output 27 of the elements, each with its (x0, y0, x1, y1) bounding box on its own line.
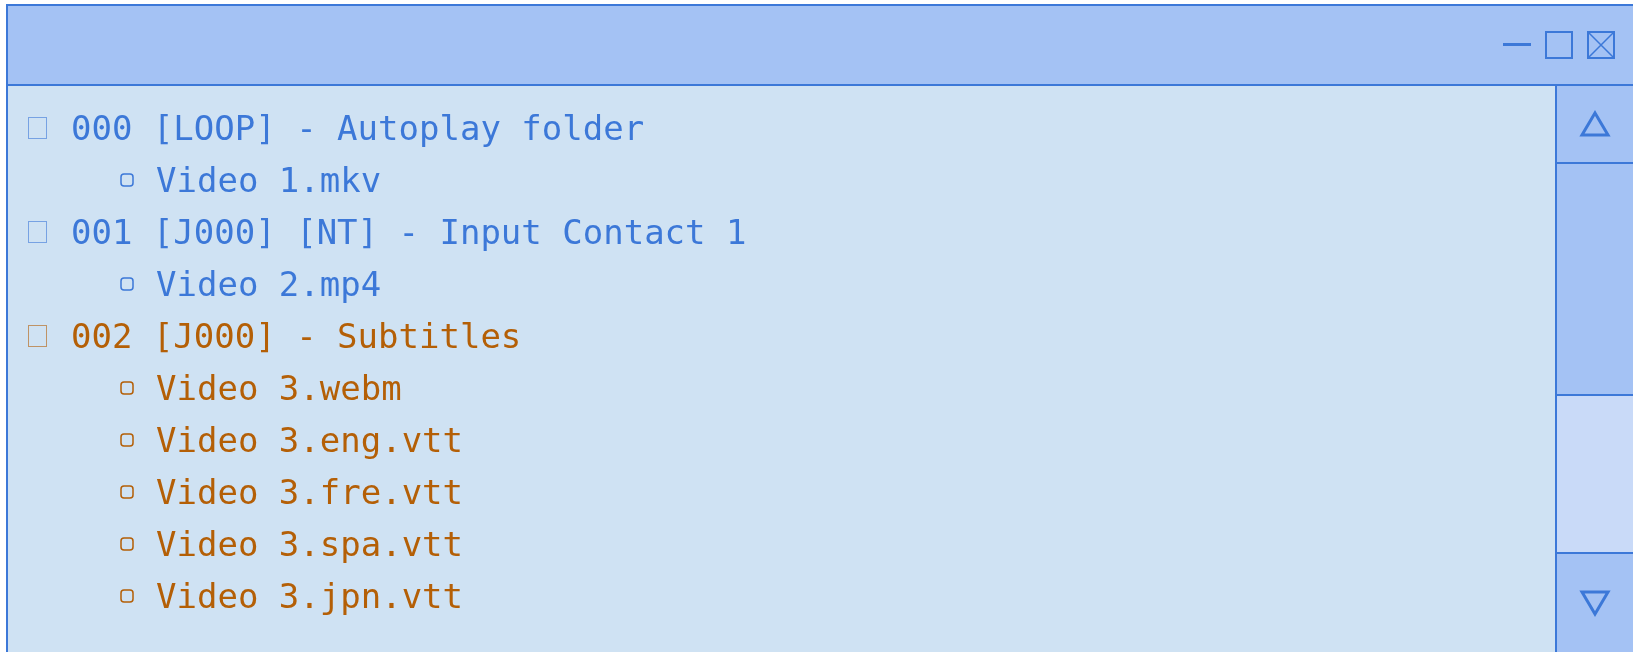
close-icon[interactable] (1587, 31, 1615, 59)
folder-name[interactable]: 000 [LOOP] - Autoplay folder (71, 108, 645, 148)
scroll-up-button[interactable] (1557, 86, 1633, 164)
file-square-icon (120, 277, 134, 291)
file-name[interactable]: Video 3.spa.vtt (156, 524, 464, 564)
up-triangle-icon (1579, 110, 1611, 138)
scroll-thumb[interactable] (1557, 164, 1633, 396)
file-name[interactable]: Video 3.jpn.vtt (156, 576, 464, 616)
file-name[interactable]: Video 3.fre.vtt (156, 472, 464, 512)
file-name[interactable]: Video 3.webm (156, 368, 402, 408)
maximize-icon[interactable] (1545, 31, 1573, 59)
file-square-icon (120, 433, 134, 447)
file-name[interactable]: Video 1.mkv (156, 160, 382, 200)
folder-name[interactable]: 001 [J000] [NT] - Input Contact 1 (71, 212, 747, 252)
file-square-icon (120, 381, 134, 395)
down-triangle-icon (1579, 589, 1611, 617)
file-square-icon (120, 537, 134, 551)
folder-square-icon (28, 117, 47, 139)
file-square-icon (120, 173, 134, 187)
file-name[interactable]: Video 2.mp4 (156, 264, 382, 304)
folder-square-icon (28, 325, 47, 347)
file-square-icon (120, 485, 134, 499)
folder-square-icon (28, 221, 47, 243)
folder-name[interactable]: 002 [J000] - Subtitles (71, 316, 522, 356)
file-square-icon (120, 589, 134, 603)
file-name[interactable]: Video 3.eng.vtt (156, 420, 464, 460)
scroll-down-button[interactable] (1557, 552, 1633, 652)
